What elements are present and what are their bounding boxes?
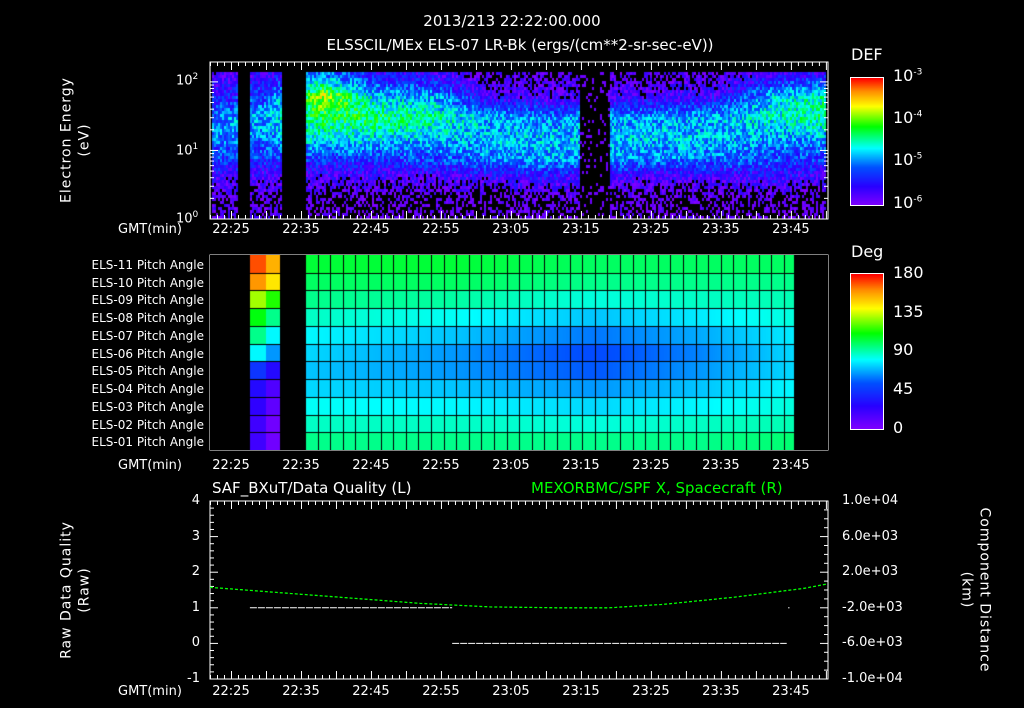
right-ytick-label: -2.0e+03 (842, 599, 903, 615)
panel-frame (209, 500, 829, 680)
colorbar2-tick: 45 (893, 379, 914, 399)
time-tick-label: 23:15 (562, 684, 600, 699)
colorbar2-tick: 90 (893, 340, 914, 360)
pitch-angle-row-label: ELS-04 Pitch Angle (91, 382, 204, 397)
time-tick-label: 23:45 (772, 458, 810, 473)
time-tick-label: 22:25 (212, 684, 250, 699)
ylabel-line2: (eV) (76, 123, 92, 157)
time-tick-label: 23:45 (772, 684, 810, 699)
plot-datetime: 2013/213 22:22:00.000 (423, 12, 601, 30)
pitch-angle-row-label: ELS-06 Pitch Angle (91, 346, 204, 361)
colorbar2-tick: 0 (893, 417, 904, 437)
pitch-angle-row-label: ELS-01 Pitch Angle (91, 435, 204, 450)
pitch-angle-row-label: ELS-08 Pitch Angle (91, 311, 204, 326)
colorbar1-label: DEF (851, 45, 883, 64)
time-tick-label: 23:45 (772, 222, 810, 237)
left-ytick-label: 3 (191, 528, 200, 544)
cbtick-1e-6: 10-6 (893, 193, 923, 212)
left-ytick-label: 4 (191, 493, 200, 508)
time-tick-label: 23:05 (492, 458, 530, 473)
panel3-left-ylabel: Raw Data Quality (Raw) (59, 521, 94, 659)
pitch-angle-row-label: ELS-05 Pitch Angle (91, 364, 204, 379)
left-ytick-label: -1 (187, 671, 200, 686)
spacecraft-x-line (209, 583, 827, 609)
pitch-angle-heatmap (210, 255, 828, 450)
time-tick-label: 22:25 (212, 222, 250, 237)
pitch-angle-row-label: ELS-09 Pitch Angle (91, 293, 204, 308)
pitch-angle-row-label: ELS-03 Pitch Angle (91, 399, 204, 414)
panel1-ylabel: Electron Energy (eV) (59, 77, 94, 203)
time-tick-label: 23:05 (492, 222, 530, 237)
pitch-angle-row-label: ELS-11 Pitch Angle (91, 258, 204, 272)
ylabel-right-line1: Component Distance (976, 507, 993, 673)
left-ytick-label: 1 (191, 599, 200, 615)
ylabel-line1: Electron Energy (58, 77, 75, 203)
cbtick-1e-5: 10-5 (893, 150, 923, 169)
degree-colorbar (850, 273, 884, 430)
panel3-right-ylabel: Component Distance (km) (958, 508, 993, 673)
time-tick-label: 22:55 (422, 458, 460, 473)
left-ytick-label: 2 (191, 564, 200, 580)
panel3-left-title: SAF_BXuT/Data Quality (L) (212, 479, 412, 497)
pitch-angle-row-label: ELS-02 Pitch Angle (91, 417, 204, 432)
cbtick-1e-4: 10-4 (893, 108, 923, 127)
time-tick-label: 23:35 (702, 458, 740, 473)
time-tick-label: 23:35 (702, 684, 740, 699)
ytick-10: 101 (176, 142, 199, 159)
time-tick-label: 22:45 (352, 222, 390, 237)
def-colorbar (850, 77, 884, 206)
cbtick-1e-3: 10-3 (893, 66, 923, 85)
ylabel-left-line2: (Raw) (76, 567, 92, 613)
time-tick-label: 22:55 (422, 684, 460, 699)
time-tick-label: 22:35 (282, 684, 320, 699)
time-tick-label: 23:15 (562, 222, 600, 237)
right-ytick-label: 6.0e+03 (842, 528, 899, 544)
right-ytick-label: 2.0e+03 (842, 564, 899, 580)
time-tick-label: 23:25 (632, 684, 670, 699)
time-tick-label: 23:25 (632, 458, 670, 473)
right-ytick-label: -6.0e+03 (842, 635, 903, 651)
pitch-angle-row-label: ELS-07 Pitch Angle (91, 328, 204, 343)
pitch-angle-row-label: ELS-10 Pitch Angle (91, 275, 204, 290)
time-tick-label: 22:45 (352, 684, 390, 699)
time-tick-label: 23:15 (562, 458, 600, 473)
time-tick-label: 22:35 (282, 222, 320, 237)
time-tick-label: 22:55 (422, 222, 460, 237)
time-tick-label: 22:35 (282, 458, 320, 473)
right-ytick-label: -1.0e+04 (842, 671, 903, 686)
energy-spectrogram (210, 62, 828, 219)
time-tick-label: 23:05 (492, 684, 530, 699)
time-axis-label: GMT(min) (118, 458, 182, 473)
ytick-100: 102 (176, 72, 199, 89)
colorbar2-label: Deg (851, 242, 884, 261)
ylabel-right-line2: (km) (959, 571, 975, 609)
time-tick-label: 22:25 (212, 458, 250, 473)
panel1-title: ELSSCIL/MEx ELS-07 LR-Bk (ergs/(cm**2-sr… (326, 36, 714, 54)
time-tick-label: 23:35 (702, 222, 740, 237)
colorbar2-tick: 135 (893, 301, 924, 321)
right-ytick-label: 1.0e+04 (842, 493, 899, 508)
time-axis-label: GMT(min) (118, 222, 182, 237)
panel3-right-title: MEXORBMC/SPF X, Spacecraft (R) (531, 479, 783, 497)
left-ytick-label: 0 (191, 635, 200, 651)
time-axis-label: GMT(min) (118, 684, 182, 699)
colorbar2-tick: 180 (893, 263, 924, 282)
ylabel-left-line1: Raw Data Quality (58, 521, 75, 659)
time-tick-label: 23:25 (632, 222, 670, 237)
time-tick-label: 22:45 (352, 458, 390, 473)
